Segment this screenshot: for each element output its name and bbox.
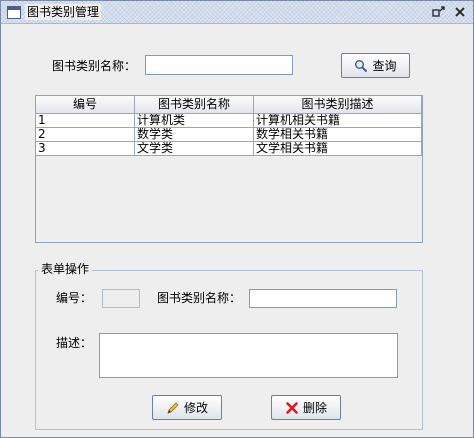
title-bar[interactable]: 图书类别管理 (1, 1, 473, 24)
table-cell-id[interactable]: 3 (36, 142, 135, 156)
category-table: 编号 图书类别名称 图书类别描述 1 计算机类 计算机相关书籍 2 数学类 数学… (35, 95, 423, 243)
category-name-field[interactable] (249, 289, 397, 308)
window-title: 图书类别管理 (25, 4, 102, 20)
table-row[interactable]: 1 计算机类 计算机相关书籍 (36, 114, 422, 128)
modify-button-label: 修改 (183, 401, 208, 415)
description-textarea[interactable] (99, 333, 398, 378)
table-header: 编号 图书类别名称 图书类别描述 (36, 96, 422, 114)
close-icon[interactable] (452, 4, 468, 20)
id-label: 编号： (56, 291, 93, 305)
description-label: 描述： (56, 336, 93, 350)
table-cell-name[interactable]: 计算机类 (135, 114, 254, 128)
form-group-title: 表单操作 (38, 262, 93, 276)
red-x-icon (286, 401, 298, 414)
table-cell-id[interactable]: 2 (36, 128, 135, 142)
pencil-icon (167, 401, 179, 414)
table-row[interactable]: 2 数学类 数学相关书籍 (36, 128, 422, 142)
window-icon (7, 6, 21, 19)
table-cell-name[interactable]: 文学类 (135, 142, 254, 156)
table-cell-description[interactable]: 数学相关书籍 (254, 128, 422, 142)
search-category-input[interactable] (145, 55, 293, 75)
column-header-description[interactable]: 图书类别描述 (254, 96, 422, 114)
search-button[interactable]: 查询 (341, 53, 410, 78)
table-cell-description[interactable]: 计算机相关书籍 (254, 114, 422, 128)
search-category-label: 图书类别名称： (52, 59, 137, 73)
restore-icon[interactable] (431, 4, 447, 20)
table-cell-description[interactable]: 文学相关书籍 (254, 142, 422, 156)
column-header-id[interactable]: 编号 (36, 96, 135, 114)
id-field (102, 289, 140, 308)
modify-button[interactable]: 修改 (152, 395, 222, 420)
delete-button[interactable]: 删除 (271, 395, 341, 420)
search-button-label: 查询 (372, 59, 397, 73)
table-row[interactable]: 3 文学类 文学相关书籍 (36, 142, 422, 156)
name-label: 图书类别名称： (157, 291, 242, 305)
table-cell-id[interactable]: 1 (36, 114, 135, 128)
delete-button-label: 删除 (302, 401, 327, 415)
column-header-name[interactable]: 图书类别名称 (135, 96, 254, 114)
table-cell-name[interactable]: 数学类 (135, 128, 254, 142)
search-icon (355, 59, 368, 72)
